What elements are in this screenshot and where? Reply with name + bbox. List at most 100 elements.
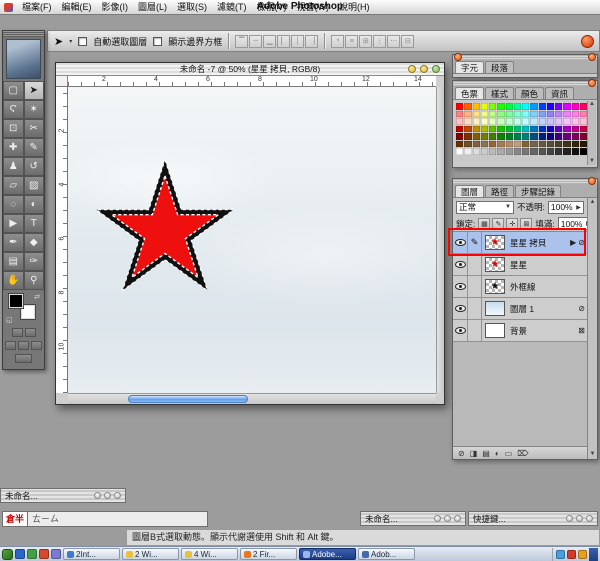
palette-close-icon[interactable] bbox=[454, 53, 462, 61]
document-title-bar[interactable]: 未命名 -7 @ 50% (星星 拷貝, RGB/8) bbox=[56, 63, 444, 76]
layer-row-0[interactable]: ✎ ★ 星星 拷貝 ▶ ⊘ bbox=[453, 232, 587, 254]
window-button[interactable] bbox=[566, 515, 573, 522]
start-button[interactable] bbox=[2, 548, 13, 560]
crop-tool[interactable]: ⊡ bbox=[3, 119, 24, 138]
swatch-6-0[interactable] bbox=[456, 148, 464, 155]
swatch-0-2[interactable] bbox=[472, 103, 480, 110]
standard-screen-button[interactable] bbox=[5, 341, 16, 350]
menu-item-3[interactable]: 圖層(L) bbox=[133, 0, 172, 14]
swatch-6-9[interactable] bbox=[530, 148, 538, 155]
swatch-6-11[interactable] bbox=[546, 148, 554, 155]
new-layer-icon[interactable]: ▭ bbox=[505, 449, 513, 458]
brush-tool[interactable]: ✎ bbox=[23, 138, 44, 157]
swatch-3-2[interactable] bbox=[472, 125, 480, 132]
quick-launch-icon-2[interactable] bbox=[39, 549, 49, 559]
swatch-0-14[interactable] bbox=[571, 103, 579, 110]
swatch-3-8[interactable] bbox=[522, 125, 530, 132]
dodge-tool[interactable]: ◐ bbox=[23, 195, 44, 214]
swatch-4-11[interactable] bbox=[546, 133, 554, 140]
hand-tool[interactable]: ✋ bbox=[3, 271, 24, 290]
swatch-6-2[interactable] bbox=[472, 148, 480, 155]
visibility-toggle[interactable] bbox=[453, 320, 468, 341]
align-button-0-3[interactable]: ▏ bbox=[277, 34, 291, 48]
tab-character-1[interactable]: 段落 bbox=[485, 61, 515, 73]
layer-thumbnail[interactable] bbox=[485, 301, 505, 316]
menu-item-2[interactable]: 影像(I) bbox=[97, 0, 134, 14]
swatch-0-5[interactable] bbox=[497, 103, 505, 110]
layer-name[interactable]: 星星 拷貝 bbox=[508, 237, 570, 249]
adjustment-layer-icon[interactable]: ◐ bbox=[495, 449, 500, 458]
swatch-6-15[interactable] bbox=[579, 148, 587, 155]
quick-launch-icon-1[interactable] bbox=[27, 549, 37, 559]
layer-row-1[interactable]: ★ 星星 bbox=[453, 254, 587, 276]
swatch-5-6[interactable] bbox=[505, 140, 513, 147]
clock-area[interactable] bbox=[589, 547, 598, 561]
scroll-down-icon[interactable]: ▼ bbox=[588, 158, 596, 165]
quick-mask-mode-button[interactable] bbox=[24, 328, 36, 337]
notes-tool[interactable]: ▤ bbox=[3, 252, 24, 271]
scroll-down-icon[interactable]: ▼ bbox=[588, 450, 597, 458]
swatch-1-14[interactable] bbox=[571, 110, 579, 117]
quick-launch-icon-0[interactable] bbox=[15, 549, 25, 559]
swatch-6-5[interactable] bbox=[497, 148, 505, 155]
visibility-toggle[interactable] bbox=[453, 232, 468, 253]
default-colors-icon[interactable]: ◱ bbox=[6, 316, 13, 324]
swap-colors-icon[interactable]: ⇄ bbox=[34, 293, 40, 301]
swatch-6-13[interactable] bbox=[563, 148, 571, 155]
taskbar-button-5[interactable]: Adob... bbox=[358, 548, 415, 560]
swatch-2-15[interactable] bbox=[579, 118, 587, 125]
swatch-2-0[interactable] bbox=[456, 118, 464, 125]
ime-input-field[interactable]: ㄊㄧㄙ bbox=[28, 511, 209, 527]
swatch-2-13[interactable] bbox=[563, 118, 571, 125]
swatch-0-8[interactable] bbox=[522, 103, 530, 110]
layer-row-3[interactable]: 圖層 1 ⊘ bbox=[453, 298, 587, 320]
swatch-0-15[interactable] bbox=[579, 103, 587, 110]
swatch-2-11[interactable] bbox=[546, 118, 554, 125]
swatch-5-0[interactable] bbox=[456, 140, 464, 147]
taskbar-button-1[interactable]: 2 Wi... bbox=[122, 548, 179, 560]
swatch-2-9[interactable] bbox=[530, 118, 538, 125]
swatch-5-11[interactable] bbox=[546, 140, 554, 147]
swatch-1-12[interactable] bbox=[555, 110, 563, 117]
taskbar-button-3[interactable]: 2 Fir... bbox=[240, 548, 297, 560]
auto-select-layer-checkbox[interactable] bbox=[78, 36, 88, 46]
minimized-window-1[interactable]: 未命名... bbox=[0, 488, 126, 503]
swatch-1-6[interactable] bbox=[505, 110, 513, 117]
tray-icon-1[interactable] bbox=[567, 549, 576, 559]
align-button-0-5[interactable]: ▕ bbox=[305, 34, 319, 48]
palette-collapse-icon[interactable] bbox=[588, 53, 596, 61]
swatch-1-10[interactable] bbox=[538, 110, 546, 117]
swatch-3-5[interactable] bbox=[497, 125, 505, 132]
swatch-1-15[interactable] bbox=[579, 110, 587, 117]
window-button[interactable] bbox=[94, 492, 101, 499]
window-button[interactable] bbox=[444, 515, 451, 522]
layer-thumbnail[interactable]: ★ bbox=[485, 257, 505, 272]
visibility-toggle[interactable] bbox=[453, 276, 468, 297]
swatch-3-10[interactable] bbox=[538, 125, 546, 132]
align-button-1-3[interactable]: ⋮ bbox=[373, 34, 387, 48]
window-button[interactable] bbox=[434, 515, 441, 522]
taskbar-button-4[interactable]: Adobe... bbox=[299, 548, 356, 560]
swatch-1-4[interactable] bbox=[489, 110, 497, 117]
layer-name[interactable]: 圖層 1 bbox=[508, 303, 578, 315]
align-button-1-2[interactable]: ⊞ bbox=[359, 34, 373, 48]
window-button[interactable] bbox=[576, 515, 583, 522]
swatch-3-13[interactable] bbox=[563, 125, 571, 132]
background-color-chip[interactable] bbox=[21, 305, 35, 319]
swatch-5-7[interactable] bbox=[513, 140, 521, 147]
rectangular-marquee-tool[interactable]: ▢ bbox=[3, 81, 24, 100]
swatch-4-9[interactable] bbox=[530, 133, 538, 140]
swatch-1-7[interactable] bbox=[513, 110, 521, 117]
swatch-0-0[interactable] bbox=[456, 103, 464, 110]
lock-position-icon[interactable]: ✛ bbox=[506, 217, 519, 230]
tab-swatches-2[interactable]: 顏色 bbox=[515, 87, 545, 99]
align-button-1-0[interactable]: ⫞ bbox=[331, 34, 345, 48]
eraser-tool[interactable]: ▱ bbox=[3, 176, 24, 195]
move-tool[interactable]: ➤ bbox=[23, 81, 44, 100]
zoom-button[interactable] bbox=[420, 65, 428, 73]
swatch-2-7[interactable] bbox=[513, 118, 521, 125]
layer-thumbnail[interactable]: ★ bbox=[485, 235, 505, 250]
quick-launch-icon-3[interactable] bbox=[51, 549, 61, 559]
swatch-2-8[interactable] bbox=[522, 118, 530, 125]
swatch-4-2[interactable] bbox=[472, 133, 480, 140]
